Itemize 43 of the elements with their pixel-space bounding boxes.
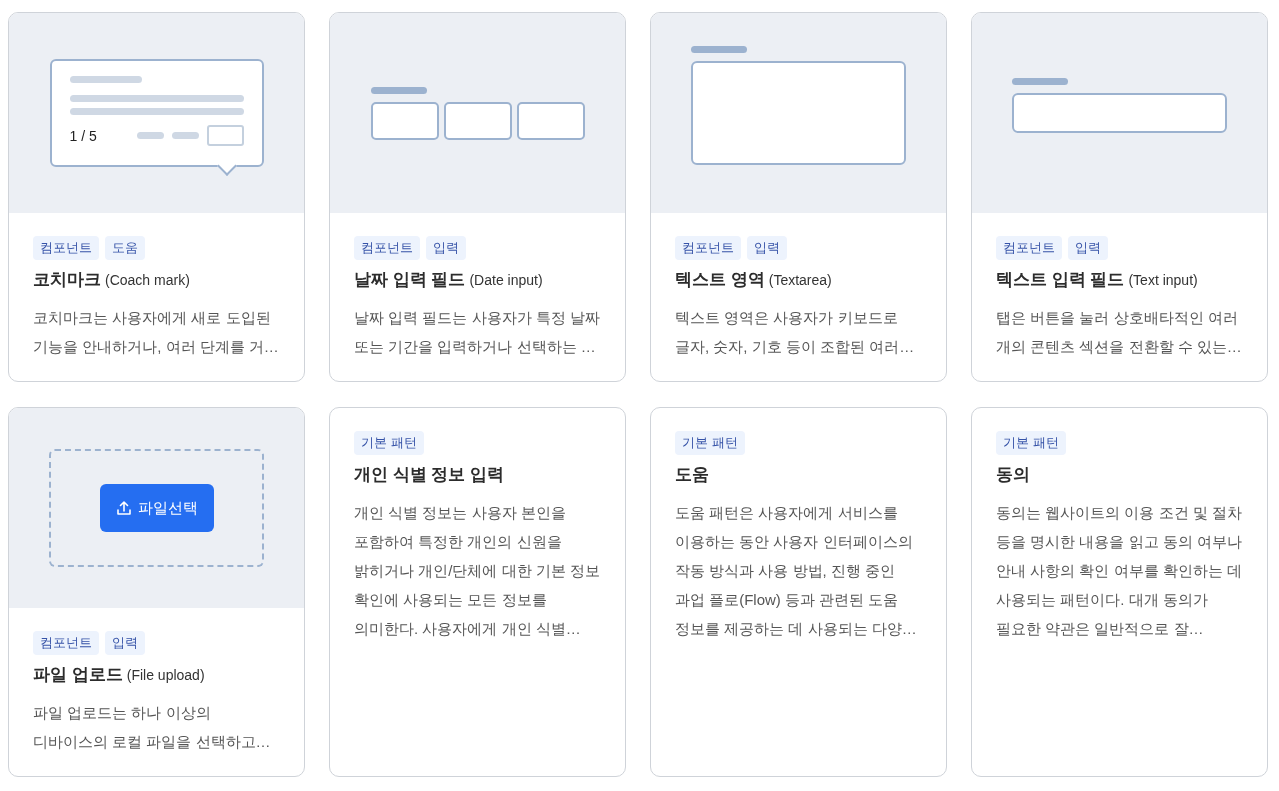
card-title: 텍스트 입력 필드 (Text input) xyxy=(996,269,1199,291)
component-card[interactable]: 기본 패턴 동의 동의는 웹사이트의 이용 조건 및 절차 등을 명시한 내용을 읽고 동의 여부나 안내 사항의 확인 여부를 확인하는 데 사용되는 패턴이다. 대개 동의가 필요한 약관은 일반적으로 잘… xyxy=(971,407,1268,777)
component-card[interactable]: 1 / 5 컴포넌트 도움 코치마크 (Coach mark) 코치마크는 사용자에게 새로 도입된 기능을 안내하거나, 여러 단계를 거… xyxy=(8,12,305,382)
card-title: 파일 업로드 (File upload) xyxy=(33,664,206,686)
step-counter: 1 / 5 xyxy=(69,127,97,144)
card-description: 동의는 웹사이트의 이용 조건 및 절차 등을 명시한 내용을 읽고 동의 여부나 안내 사항의 확인 여부를 확인하는 데 사용되는 패턴이다. 대개 동의가 필요한 약관은 일반적으로 잘… xyxy=(996,503,1243,639)
category-tag: 컴포넌트 xyxy=(675,236,741,260)
category-tag: 컴포넌트 xyxy=(33,631,99,655)
card-description: 파일 업로드는 하나 이상의 디바이스의 로컬 파일을 선택하고… xyxy=(33,703,272,752)
category-tag: 도움 xyxy=(105,236,145,260)
card-title: 동의 xyxy=(996,464,1031,486)
component-card[interactable]: 컴포넌트 입력 텍스트 입력 필드 (Text input) 탭은 버튼을 눌러 상호배타적인 여러 개의 콘텐츠 섹션을 전환할 수 있는… xyxy=(971,12,1268,382)
category-tag: 컴포넌트 xyxy=(354,236,420,260)
component-card[interactable]: 기본 패턴 도움 도움 패턴은 사용자에게 서비스를 이용하는 동안 사용자 인터페이스의 작동 방식과 사용 방법, 진행 중인 과업 플로(Flow) 등과 관련된 도움 정보를 제공하는 데 사용되는 다양… xyxy=(650,407,947,777)
placeholder-pill xyxy=(136,132,164,139)
card-description: 도움 패턴은 사용자에게 서비스를 이용하는 동안 사용자 인터페이스의 작동 방식과 사용 방법, 진행 중인 과업 플로(Flow) 등과 관련된 도움 정보를 제공하는 데 사용되는 다양… xyxy=(675,503,918,639)
card-title: 텍스트 영역 (Textarea) xyxy=(675,269,833,291)
card-title: 날짜 입력 필드 (Date input) xyxy=(354,269,544,291)
category-tag: 기본 패턴 xyxy=(675,431,745,455)
category-tag: 입력 xyxy=(105,631,145,655)
category-tag: 입력 xyxy=(426,236,466,260)
card-description: 날짜 입력 필드는 사용자가 특정 날짜 또는 기간을 입력하거나 선택하는 … xyxy=(354,308,601,357)
card-description: 텍스트 영역은 사용자가 키보드로 글자, 숫자, 기호 등이 조합된 여러… xyxy=(675,308,916,357)
card-title: 코치마크 (Coach mark) xyxy=(33,269,191,291)
card-title: 도움 xyxy=(675,464,710,486)
category-tag: 컴포넌트 xyxy=(33,236,99,260)
card-description: 코치마크는 사용자에게 새로 도입된 기능을 안내하거나, 여러 단계를 거… xyxy=(33,308,280,357)
category-tag: 입력 xyxy=(747,236,787,260)
card-title: 개인 식별 정보 입력 xyxy=(354,464,506,486)
component-card[interactable]: 컴포넌트 입력 텍스트 영역 (Textarea) 텍스트 영역은 사용자가 키보드로 글자, 숫자, 기호 등이 조합된 여러… xyxy=(650,12,947,382)
component-card[interactable]: 파일선택 컴포넌트 입력 파일 업로드 (File upload) 파일 업로드는 하나 이상의 디바이스의 로컬 파일을 선택하고… xyxy=(8,407,305,777)
component-card[interactable]: 기본 패턴 개인 식별 정보 입력 개인 식별 정보는 사용자 본인을 포함하여 특정한 개인의 신원을 밝히거나 개인/단체에 대한 기본 정보 확인에 사용되는 모든 정보를 의미한다. 사용자에게 개인 식별… xyxy=(329,407,626,777)
component-card[interactable]: 컴포넌트 입력 날짜 입력 필드 (Date input) 날짜 입력 필드는 사용자가 특정 날짜 또는 기간을 입력하거나 선택하는 … xyxy=(329,12,626,382)
category-tag: 기본 패턴 xyxy=(354,431,424,455)
placeholder-pill xyxy=(171,132,199,139)
file-select-button[interactable]: 파일선택 xyxy=(99,484,214,532)
card-description: 개인 식별 정보는 사용자 본인을 포함하여 특정한 개인의 신원을 밝히거나 개인/단체에 대한 기본 정보 확인에 사용되는 모든 정보를 의미한다. 사용자에게 개인 식별… xyxy=(354,503,601,639)
category-tag: 기본 패턴 xyxy=(996,431,1066,455)
upload-icon xyxy=(115,500,132,516)
button-outline xyxy=(206,125,244,146)
category-tag: 컴포넌트 xyxy=(996,236,1062,260)
category-tag: 입력 xyxy=(1068,236,1108,260)
card-description: 탭은 버튼을 눌러 상호배타적인 여러 개의 콘텐츠 섹션을 전환할 수 있는… xyxy=(996,308,1243,357)
